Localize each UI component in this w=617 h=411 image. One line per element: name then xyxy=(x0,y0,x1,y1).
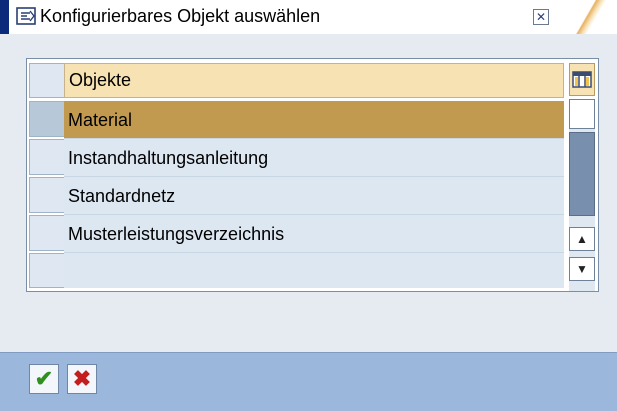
table-right-controls: ▲ ▼ xyxy=(566,61,598,291)
dialog-titlebar: Konfigurierbares Objekt auswählen ✕ xyxy=(0,0,617,34)
cancel-x-icon: ✖ xyxy=(72,366,92,391)
column-layout-icon xyxy=(572,71,592,88)
table-row[interactable]: Material xyxy=(64,101,564,139)
row-selector[interactable] xyxy=(29,215,65,251)
select-all-cell[interactable] xyxy=(29,63,65,98)
cancel-button[interactable]: ✖ xyxy=(67,364,97,394)
table-grid: Objekte Material Instandhaltungsanleitun… xyxy=(64,61,564,288)
scrollbar-track-top[interactable] xyxy=(569,99,595,129)
row-selector[interactable] xyxy=(29,177,65,213)
checkmark-icon: ✔ xyxy=(34,366,54,391)
scrollbar-thumb[interactable] xyxy=(569,132,595,216)
confirm-button[interactable]: ✔ xyxy=(29,364,59,394)
row-selector[interactable] xyxy=(29,253,65,288)
table-row[interactable] xyxy=(64,253,564,288)
dialog-window-icon xyxy=(16,7,36,25)
scroll-up-icon[interactable]: ▲ xyxy=(569,227,595,251)
table-row[interactable]: Standardnetz xyxy=(64,177,564,215)
table-row[interactable]: Instandhaltungsanleitung xyxy=(64,139,564,177)
close-icon[interactable]: ✕ xyxy=(533,9,549,25)
titlebar-decoration xyxy=(557,0,617,34)
row-selector[interactable] xyxy=(29,101,65,137)
dialog-body: Objekte Material Instandhaltungsanleitun… xyxy=(0,34,617,352)
dialog-title: Konfigurierbares Objekt auswählen xyxy=(40,6,321,26)
titlebar-accent-strip xyxy=(0,0,9,34)
column-header-objekte[interactable]: Objekte xyxy=(64,63,564,98)
dialog-footer: ✔ ✖ xyxy=(0,352,617,411)
table-settings-button[interactable] xyxy=(569,63,595,96)
row-selector[interactable] xyxy=(29,139,65,175)
scroll-down-icon[interactable]: ▼ xyxy=(569,257,595,281)
row-selector-column xyxy=(29,61,65,288)
object-table: Objekte Material Instandhaltungsanleitun… xyxy=(26,58,599,292)
vertical-scrollbar[interactable]: ▲ ▼ xyxy=(569,99,595,291)
table-row[interactable]: Musterleistungsverzeichnis xyxy=(64,215,564,253)
